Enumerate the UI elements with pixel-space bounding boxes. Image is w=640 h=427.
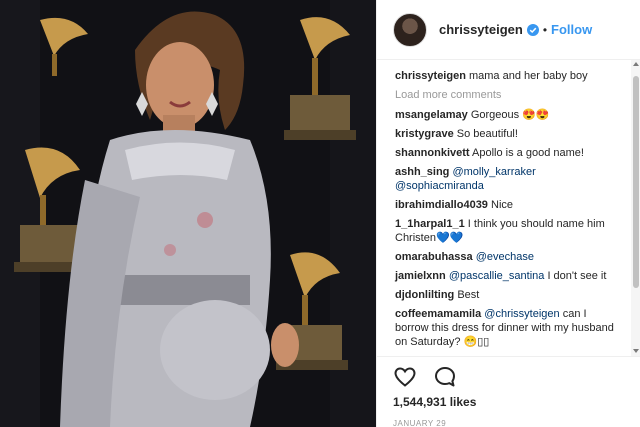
comment-item: 1_1harpal1_1 I think you should name him… bbox=[395, 217, 623, 245]
comment-item: omarabuhassa @evechase bbox=[395, 250, 623, 264]
comment-text: So beautiful! bbox=[456, 128, 518, 140]
post-actions: 1,544,931 likes JANUARY 29 bbox=[377, 356, 640, 427]
comment-mention-link[interactable]: @chrissyteigen bbox=[484, 308, 559, 320]
comment-item: ashh_sing @molly_karraker @sophiacmirand… bbox=[395, 165, 623, 193]
separator-dot: • bbox=[542, 22, 548, 37]
likes-count[interactable]: 1,544,931 likes bbox=[393, 395, 640, 409]
header-username[interactable]: chrissyteigen bbox=[439, 22, 523, 37]
post-panel: chrissyteigen • Follow chrissyteigen mam… bbox=[376, 0, 640, 427]
comment-username[interactable]: 1_1harpal1_1 bbox=[395, 218, 465, 230]
comment-item: kristygrave So beautiful! bbox=[395, 127, 623, 141]
comment-username[interactable]: shannonkivett bbox=[395, 147, 470, 159]
comment-text: I don't see it bbox=[547, 270, 607, 282]
comment-mention-link[interactable]: @sophiacmiranda bbox=[395, 180, 484, 192]
comment-username[interactable]: jamielxnn bbox=[395, 270, 446, 282]
comment-username[interactable]: msangelamay bbox=[395, 109, 468, 121]
comment-mention-link[interactable]: @pascallie_santina bbox=[449, 270, 545, 282]
comment-item: shannonkivett Apollo is a good name! bbox=[395, 146, 623, 160]
comment-mention-link[interactable]: @evechase bbox=[476, 251, 534, 263]
comment-username[interactable]: djdonlilting bbox=[395, 289, 454, 301]
scroll-down-arrow-icon[interactable] bbox=[633, 349, 639, 353]
comment-item: ibrahimdiallo4039 Nice bbox=[395, 198, 623, 212]
comment-text: Gorgeous 😍😍 bbox=[470, 109, 550, 121]
comment-mention-link[interactable]: @molly_karraker bbox=[452, 166, 535, 178]
comment-username[interactable]: coffeemamamila bbox=[395, 308, 481, 320]
scroll-up-arrow-icon[interactable] bbox=[633, 62, 639, 66]
comment-item: jamielxnn @pascallie_santina I don't see… bbox=[395, 269, 623, 283]
comment-username[interactable]: chrissyteigen bbox=[395, 70, 466, 82]
comment-text: mama and her baby boy bbox=[468, 70, 588, 82]
verified-badge-icon bbox=[526, 23, 539, 36]
comment-username[interactable]: kristygrave bbox=[395, 128, 454, 140]
comment-text: Nice bbox=[491, 199, 514, 211]
follow-button[interactable]: Follow bbox=[551, 22, 592, 37]
avatar[interactable] bbox=[393, 12, 427, 47]
comment-username[interactable]: omarabuhassa bbox=[395, 251, 473, 263]
comment-item: coffeemamamila @chrissyteigen can I borr… bbox=[395, 307, 623, 349]
comment-username[interactable]: ibrahimdiallo4039 bbox=[395, 199, 488, 211]
post-header: chrissyteigen • Follow bbox=[377, 0, 640, 60]
comment-bubble-icon[interactable] bbox=[433, 365, 457, 389]
photo-illustration bbox=[0, 0, 376, 427]
post-photo[interactable] bbox=[0, 0, 376, 427]
comments-scrollbar[interactable] bbox=[631, 60, 640, 356]
heart-icon[interactable] bbox=[393, 365, 417, 389]
scrollbar-thumb[interactable] bbox=[633, 76, 639, 288]
comments-list: chrissyteigen mama and her baby boy Load… bbox=[377, 60, 633, 356]
comment-item: djdonlilting Best bbox=[395, 288, 623, 302]
comment-username[interactable]: ashh_sing bbox=[395, 166, 449, 178]
comment-item: msangelamay Gorgeous 😍😍 bbox=[395, 108, 623, 122]
load-more-comments-button[interactable]: Load more comments bbox=[395, 88, 633, 102]
comment-text: Apollo is a good name! bbox=[472, 147, 584, 159]
comment-text: Best bbox=[457, 289, 480, 301]
post-date: JANUARY 29 bbox=[393, 419, 447, 427]
action-icons bbox=[393, 357, 640, 397]
caption: chrissyteigen mama and her baby boy bbox=[395, 69, 623, 83]
